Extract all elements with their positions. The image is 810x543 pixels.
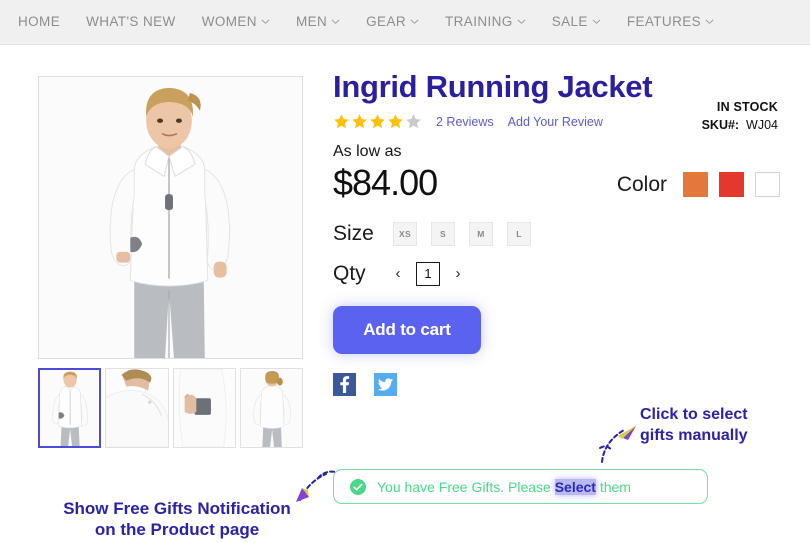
annotation-right-line2: gifts manually bbox=[640, 426, 748, 444]
stock-info: IN STOCK SKU#: WJ04 bbox=[618, 100, 778, 132]
nav-label: SALE bbox=[551, 14, 588, 30]
color-label: Color bbox=[616, 172, 667, 196]
size-label: Size bbox=[333, 221, 374, 245]
annotation-click-to-select: Click to select gifts manually bbox=[640, 405, 800, 447]
qty-increment-button[interactable]: › bbox=[453, 265, 463, 282]
product-gallery bbox=[38, 76, 303, 448]
notification-text-after: them bbox=[595, 478, 631, 495]
annotation-arrow-right bbox=[599, 426, 636, 463]
thumbnail-image-pocket bbox=[173, 369, 235, 447]
qty-label: Qty bbox=[333, 261, 366, 285]
chevron-down-icon bbox=[705, 17, 714, 26]
sku-row: SKU#: WJ04 bbox=[618, 118, 778, 132]
check-circle-icon bbox=[350, 478, 366, 495]
color-options bbox=[683, 172, 780, 197]
product-page: HOME WHAT'S NEW WOMEN MEN GEAR TRAINING … bbox=[0, 0, 810, 543]
thumbnail-3[interactable] bbox=[239, 368, 303, 448]
star-filled-icon bbox=[351, 113, 368, 130]
annotation-left-line2: on the Product page bbox=[94, 520, 260, 540]
nav-label: MEN bbox=[295, 14, 328, 30]
star-rating[interactable] bbox=[333, 113, 422, 130]
star-filled-icon bbox=[387, 113, 404, 130]
size-options: XS S M L bbox=[393, 221, 531, 246]
quantity-stepper: ‹ 1 › bbox=[393, 261, 463, 286]
quantity-selector: Qty ‹ 1 › bbox=[333, 261, 778, 286]
nav-label: HOME bbox=[18, 14, 61, 30]
annotation-left-line1: Show Free Gifts Notification bbox=[63, 499, 291, 518]
chevron-down-icon bbox=[517, 17, 526, 26]
star-empty-icon bbox=[405, 113, 422, 130]
price-prefix-label: As low as bbox=[333, 143, 402, 161]
annotation-right-line1: Click to select bbox=[640, 406, 748, 423]
sku-label: SKU#: bbox=[701, 118, 740, 132]
qty-input[interactable]: 1 bbox=[416, 261, 440, 286]
add-review-link[interactable]: Add Your Review bbox=[508, 115, 603, 129]
thumbnail-image-front bbox=[40, 370, 100, 446]
nav-item-women[interactable]: WOMEN bbox=[202, 15, 270, 29]
chevron-down-icon bbox=[592, 17, 601, 26]
social-share-row bbox=[333, 372, 778, 396]
nav-label: GEAR bbox=[366, 14, 406, 30]
color-swatch-white[interactable] bbox=[755, 172, 780, 197]
size-option-l[interactable]: L bbox=[507, 221, 531, 246]
free-gifts-notification[interactable]: You have Free Gifts. Please Select them bbox=[333, 469, 708, 504]
thumbnail-image-collar bbox=[106, 369, 168, 447]
main-navigation: HOME WHAT'S NEW WOMEN MEN GEAR TRAINING … bbox=[0, 0, 810, 45]
notification-text-before: You have Free Gifts. Please bbox=[377, 478, 555, 495]
twitter-share-icon[interactable] bbox=[374, 372, 397, 396]
thumbnail-0[interactable] bbox=[38, 368, 102, 448]
size-option-s[interactable]: S bbox=[431, 221, 455, 246]
thumbnail-image-back bbox=[240, 369, 302, 447]
chevron-down-icon bbox=[410, 17, 419, 26]
nav-item-whats-new[interactable]: WHAT'S NEW bbox=[86, 15, 176, 29]
color-swatch-red[interactable] bbox=[719, 172, 744, 197]
product-main-image[interactable] bbox=[38, 76, 303, 359]
nav-item-home[interactable]: HOME bbox=[18, 15, 60, 29]
nav-item-sale[interactable]: SALE bbox=[552, 15, 601, 29]
jacket-model-photo bbox=[39, 77, 302, 358]
star-filled-icon bbox=[369, 113, 386, 130]
color-swatch-orange[interactable] bbox=[683, 172, 708, 197]
nav-item-features[interactable]: FEATURES bbox=[627, 15, 714, 29]
nav-item-men[interactable]: MEN bbox=[296, 15, 340, 29]
thumbnail-1[interactable] bbox=[105, 368, 169, 448]
qty-decrement-button[interactable]: ‹ bbox=[393, 265, 403, 282]
page-title: Ingrid Running Jacket bbox=[333, 69, 653, 104]
notification-select-link[interactable]: Select bbox=[554, 478, 596, 495]
thumbnail-strip bbox=[38, 368, 303, 448]
nav-label: WOMEN bbox=[201, 14, 257, 30]
nav-label: WHAT'S NEW bbox=[86, 14, 176, 30]
nav-label: FEATURES bbox=[626, 14, 702, 30]
nav-label: TRAINING bbox=[445, 14, 513, 30]
sku-value: WJ04 bbox=[746, 118, 778, 132]
nav-item-gear[interactable]: GEAR bbox=[366, 15, 419, 29]
chevron-down-icon bbox=[261, 17, 270, 26]
annotation-show-notification: Show Free Gifts Notification on the Prod… bbox=[48, 498, 306, 541]
color-selector: Color bbox=[617, 172, 780, 197]
nav-item-training[interactable]: TRAINING bbox=[445, 15, 526, 29]
size-option-xs[interactable]: XS bbox=[393, 221, 417, 246]
status-badge: IN STOCK bbox=[716, 100, 778, 114]
chevron-down-icon bbox=[331, 17, 340, 26]
size-option-m[interactable]: M bbox=[469, 221, 493, 246]
star-filled-icon bbox=[333, 113, 350, 130]
size-selector: Size XS S M L bbox=[333, 221, 778, 246]
reviews-count-link[interactable]: 2 Reviews bbox=[436, 115, 494, 129]
facebook-share-icon[interactable] bbox=[333, 372, 356, 396]
thumbnail-2[interactable] bbox=[172, 368, 236, 448]
add-to-cart-button[interactable]: Add to cart bbox=[333, 305, 481, 354]
notification-text: You have Free Gifts. Please Select them bbox=[377, 478, 631, 495]
